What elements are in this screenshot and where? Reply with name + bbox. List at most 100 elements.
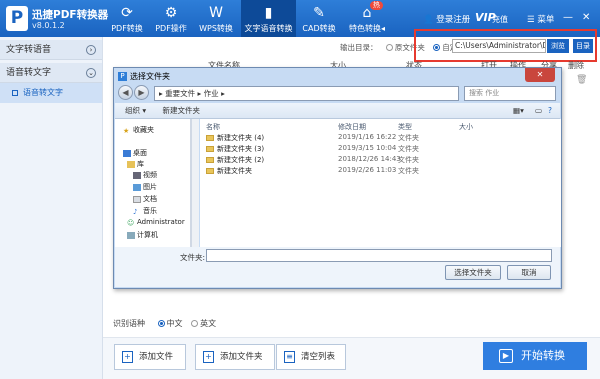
pane-icon[interactable]: ▭	[535, 103, 542, 118]
button-label: 清空列表	[301, 352, 336, 362]
list-item[interactable]: 新建文件夹 (4)	[206, 133, 264, 143]
folder-name-input[interactable]	[206, 249, 552, 262]
document-icon	[133, 195, 141, 203]
organize-menu[interactable]: 组织 ▾	[125, 106, 146, 115]
sidebar-item-label: 语音转文字	[23, 88, 63, 97]
tree-label: 桌面	[133, 149, 147, 157]
pdf-convert-icon: ⟳	[121, 5, 133, 21]
close-icon[interactable]: ✕	[582, 12, 590, 23]
cancel-button[interactable]: 取消	[507, 265, 551, 280]
tree-label: 图片	[143, 183, 157, 191]
library-icon	[127, 160, 135, 168]
add-folder-button[interactable]: + 添加文件夹	[195, 344, 275, 370]
sidebar-group-speech-to-text[interactable]: 语音转文字 ⌄	[0, 63, 102, 83]
cad-icon: ✎	[313, 5, 325, 21]
tab-label: PDF转换	[111, 24, 143, 33]
list-item[interactable]: 新建文件夹 (2)	[206, 155, 264, 165]
pdf-ops-icon: ⚙	[164, 5, 178, 21]
button-label: 添加文件	[139, 352, 174, 362]
picture-icon	[133, 183, 141, 191]
radio-label: 英文	[200, 319, 217, 328]
hot-badge: 热	[370, 1, 383, 10]
new-folder-button[interactable]: 新建文件夹	[163, 106, 201, 115]
header-date[interactable]: 修改日期	[338, 122, 366, 132]
button-label: 添加文件夹	[220, 352, 263, 362]
radio-source-folder[interactable]	[385, 44, 393, 51]
login-link[interactable]: 👤 登录注册	[423, 13, 470, 25]
tab-features[interactable]: ⌂ 特色转换◂	[344, 0, 390, 37]
tree-favorites[interactable]: ★ 收藏夹	[123, 125, 154, 135]
folder-icon	[206, 168, 214, 174]
vip-recharge[interactable]: 充值	[492, 14, 508, 25]
list-item[interactable]: 新建文件夹	[206, 166, 252, 176]
tab-text-audio[interactable]: ▮ 文字语音转换	[241, 0, 296, 37]
add-folder-icon: +	[203, 351, 214, 363]
menu-button[interactable]: ☰ 菜单	[527, 13, 554, 25]
select-folder-button[interactable]: 选择文件夹	[445, 265, 501, 280]
item-type: 文件夹	[398, 156, 419, 164]
tree-desktop[interactable]: 桌面	[123, 148, 147, 158]
item-date: 2018/12/26 14:43	[338, 155, 401, 163]
tree-library[interactable]: 库	[127, 159, 144, 169]
sidebar-item-speech-to-text[interactable]: 语音转文字	[0, 83, 102, 103]
tree-admin[interactable]: ☺ Administrator	[127, 218, 185, 227]
tab-cad[interactable]: ✎ CAD转换	[300, 0, 338, 37]
address-bar[interactable]: ▸ 重要文件 ▸ 作业 ▸	[154, 86, 459, 101]
header-size[interactable]: 大小	[459, 122, 473, 132]
music-icon: ♪	[133, 207, 138, 216]
dialog-close-button[interactable]: ✕	[525, 68, 555, 82]
sidebar-group-label: 文字转语音	[6, 45, 52, 55]
app-logo: P	[6, 6, 28, 31]
tree-pictures[interactable]: 图片	[133, 182, 157, 192]
tree-label: 视频	[143, 171, 157, 179]
header-type[interactable]: 类型	[398, 122, 412, 132]
minimize-icon[interactable]: —	[563, 12, 573, 23]
tree-music[interactable]: ♪ 音乐	[133, 206, 157, 216]
menu-icon: ☰	[527, 15, 535, 25]
highlight-box	[414, 29, 597, 62]
button-label: 开始转换	[521, 349, 565, 362]
tab-wps[interactable]: W WPS转换	[197, 0, 235, 37]
video-icon	[133, 171, 141, 179]
dialog-search-input[interactable]: 搜索 作业	[464, 86, 556, 101]
wps-icon: W	[209, 5, 223, 21]
add-file-icon: +	[122, 351, 133, 363]
tree-scrollbar[interactable]	[191, 119, 199, 247]
help-icon[interactable]: ?	[548, 103, 552, 118]
clear-list-button[interactable]: ≡ 清空列表	[276, 344, 346, 370]
menu-label: 菜单	[537, 15, 555, 25]
item-type: 文件夹	[398, 134, 419, 142]
folder-field-label: 文件夹:	[180, 253, 206, 262]
item-date: 2019/2/26 11:03	[338, 166, 397, 174]
start-convert-button[interactable]: ▶ 开始转换	[483, 342, 587, 370]
tab-pdf-ops[interactable]: ⚙ PDF操作	[152, 0, 190, 37]
back-icon[interactable]: ◀	[118, 85, 133, 100]
item-name: 新建文件夹 (4)	[217, 134, 265, 142]
radio-english[interactable]	[191, 319, 199, 327]
app-name: 迅捷PDF转换器	[32, 9, 109, 21]
view-icon[interactable]: ▦▾	[513, 103, 524, 118]
desktop-icon	[123, 149, 131, 157]
sidebar-group-text-to-speech[interactable]: 文字转语音 ›	[0, 40, 102, 60]
tree-label: 计算机	[137, 231, 158, 239]
dialog-app-icon: P	[118, 72, 127, 81]
tree-documents[interactable]: 文档	[133, 194, 157, 204]
tab-label: WPS转换	[199, 24, 233, 33]
tab-pdf-convert[interactable]: ⟳ PDF转换	[108, 0, 146, 37]
audio-icon: ▮	[264, 5, 273, 21]
output-label: 输出目录：	[340, 43, 378, 52]
forward-icon[interactable]: ▶	[134, 85, 149, 100]
add-file-button[interactable]: + 添加文件	[114, 344, 186, 370]
app-version: v8.0.1.2	[32, 21, 65, 30]
language-row: 识别语种 中文 英文	[113, 318, 216, 329]
header-name[interactable]: 名称	[206, 122, 220, 132]
tree-computer[interactable]: 计算机	[127, 230, 158, 240]
item-type: 文件夹	[398, 145, 419, 153]
tree-video[interactable]: 视频	[133, 170, 157, 180]
folder-icon	[206, 146, 214, 152]
star-icon: ★	[123, 126, 130, 135]
list-item[interactable]: 新建文件夹 (3)	[206, 144, 264, 154]
col-delete: 删除	[568, 61, 584, 70]
trash-icon[interactable]: 🗑	[576, 75, 587, 85]
radio-chinese[interactable]	[157, 319, 165, 327]
